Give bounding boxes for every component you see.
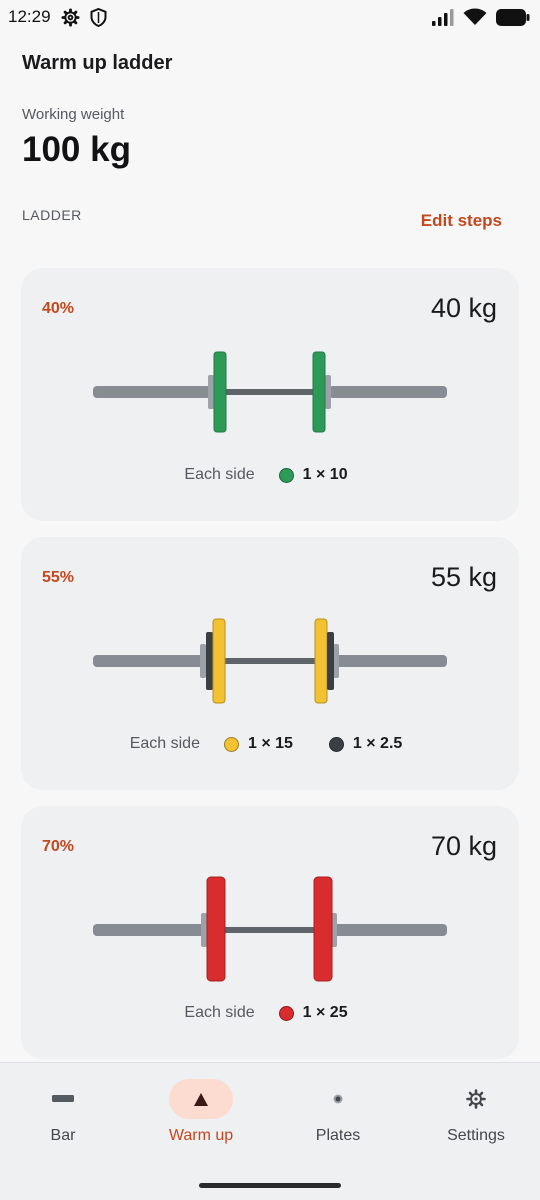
step-weight: 40 kg [430,293,497,323]
each-side-plates: Each side 1 × 10 [21,466,519,484]
plate-chip: 1 × 10 [278,466,348,484]
plate-25-right [313,876,333,982]
each-side-plates: Each side 1 × 25 [21,1004,519,1022]
plate-count: 1 × 2.5 [352,735,403,752]
status-time: 12:29 [8,7,51,26]
ladder-step-card[interactable]: 40% 40 kg Each side 1 × 10 [21,268,519,521]
nav-label: Plates [315,1127,361,1144]
barbell-illustration [93,876,447,982]
plate-count: 1 × 25 [302,1004,348,1021]
plate-15-right [314,618,328,704]
each-side-plates: Each side 1 × 15 1 × 2.5 [21,735,519,753]
working-weight-label: Working weight [22,106,125,123]
bottom-navigation: Bar Warm up Plates Settings [0,1062,540,1200]
gear-icon [466,1089,486,1109]
plate-10-left [213,351,227,433]
nav-label: Settings [447,1127,505,1144]
ladder-section-label: LADDER [22,207,82,223]
gesture-handle[interactable] [199,1183,341,1188]
nav-item-plates[interactable]: Plates [273,1079,403,1145]
settings-status-icon [61,7,80,27]
status-left: 12:29 [8,7,107,27]
nav-item-warm-up[interactable]: Warm up [136,1079,266,1145]
barbell-illustration [93,618,447,704]
step-percent: 55% [42,569,75,586]
status-right [432,8,530,26]
plate-count: 1 × 10 [302,466,348,483]
ladder-list: 40% 40 kg Each side 1 × 10 55% 55 kg Eac… [21,268,519,1075]
edit-steps-button[interactable]: Edit steps [421,211,502,231]
plate-2-5-right [327,632,334,690]
shield-icon [90,7,107,27]
page-title: Warm up ladder [22,52,173,74]
nav-label: Warm up [168,1127,234,1144]
nav-pill-active [169,1079,233,1119]
triangle-icon [194,1092,208,1106]
plate-10-right [312,351,326,433]
each-side-label: Each side [129,735,200,752]
bar-icon [52,1095,74,1103]
nav-item-settings[interactable]: Settings [411,1079,540,1145]
ladder-step-card[interactable]: 55% 55 kg Each side 1 × 15 1 × 2.5 [21,537,519,790]
status-bar: 12:29 [0,0,540,34]
plate-15-left [212,618,226,704]
plate-chip: 1 × 15 [223,735,293,753]
plate-color-dot [278,1005,294,1021]
plate-chip: 1 × 25 [278,1004,348,1022]
working-weight-value[interactable]: 100 kg [22,130,131,170]
ladder-step-card[interactable]: 70% 70 kg Each side 1 × 25 [21,806,519,1059]
plate-count: 1 × 15 [247,735,293,752]
plate-color-dot [328,736,344,752]
battery-icon [496,8,530,26]
each-side-label: Each side [184,466,255,483]
plate-25-left [206,876,226,982]
plate-color-dot [278,467,294,483]
step-weight: 55 kg [430,562,497,592]
nav-pill [444,1079,508,1119]
nav-label: Bar [50,1127,76,1144]
plate-dot-icon [333,1094,343,1104]
wifi-icon [463,8,487,26]
plate-2-5-left [206,632,213,690]
step-percent: 70% [42,838,75,855]
plate-chip: 1 × 2.5 [328,735,403,753]
plate-color-dot [223,736,239,752]
signal-icon [432,8,454,26]
nav-pill [31,1079,95,1119]
nav-item-bar[interactable]: Bar [0,1079,128,1145]
step-percent: 40% [42,300,75,317]
barbell-illustration [93,351,447,433]
each-side-label: Each side [184,1004,255,1021]
step-weight: 70 kg [430,831,497,861]
nav-pill [306,1079,370,1119]
